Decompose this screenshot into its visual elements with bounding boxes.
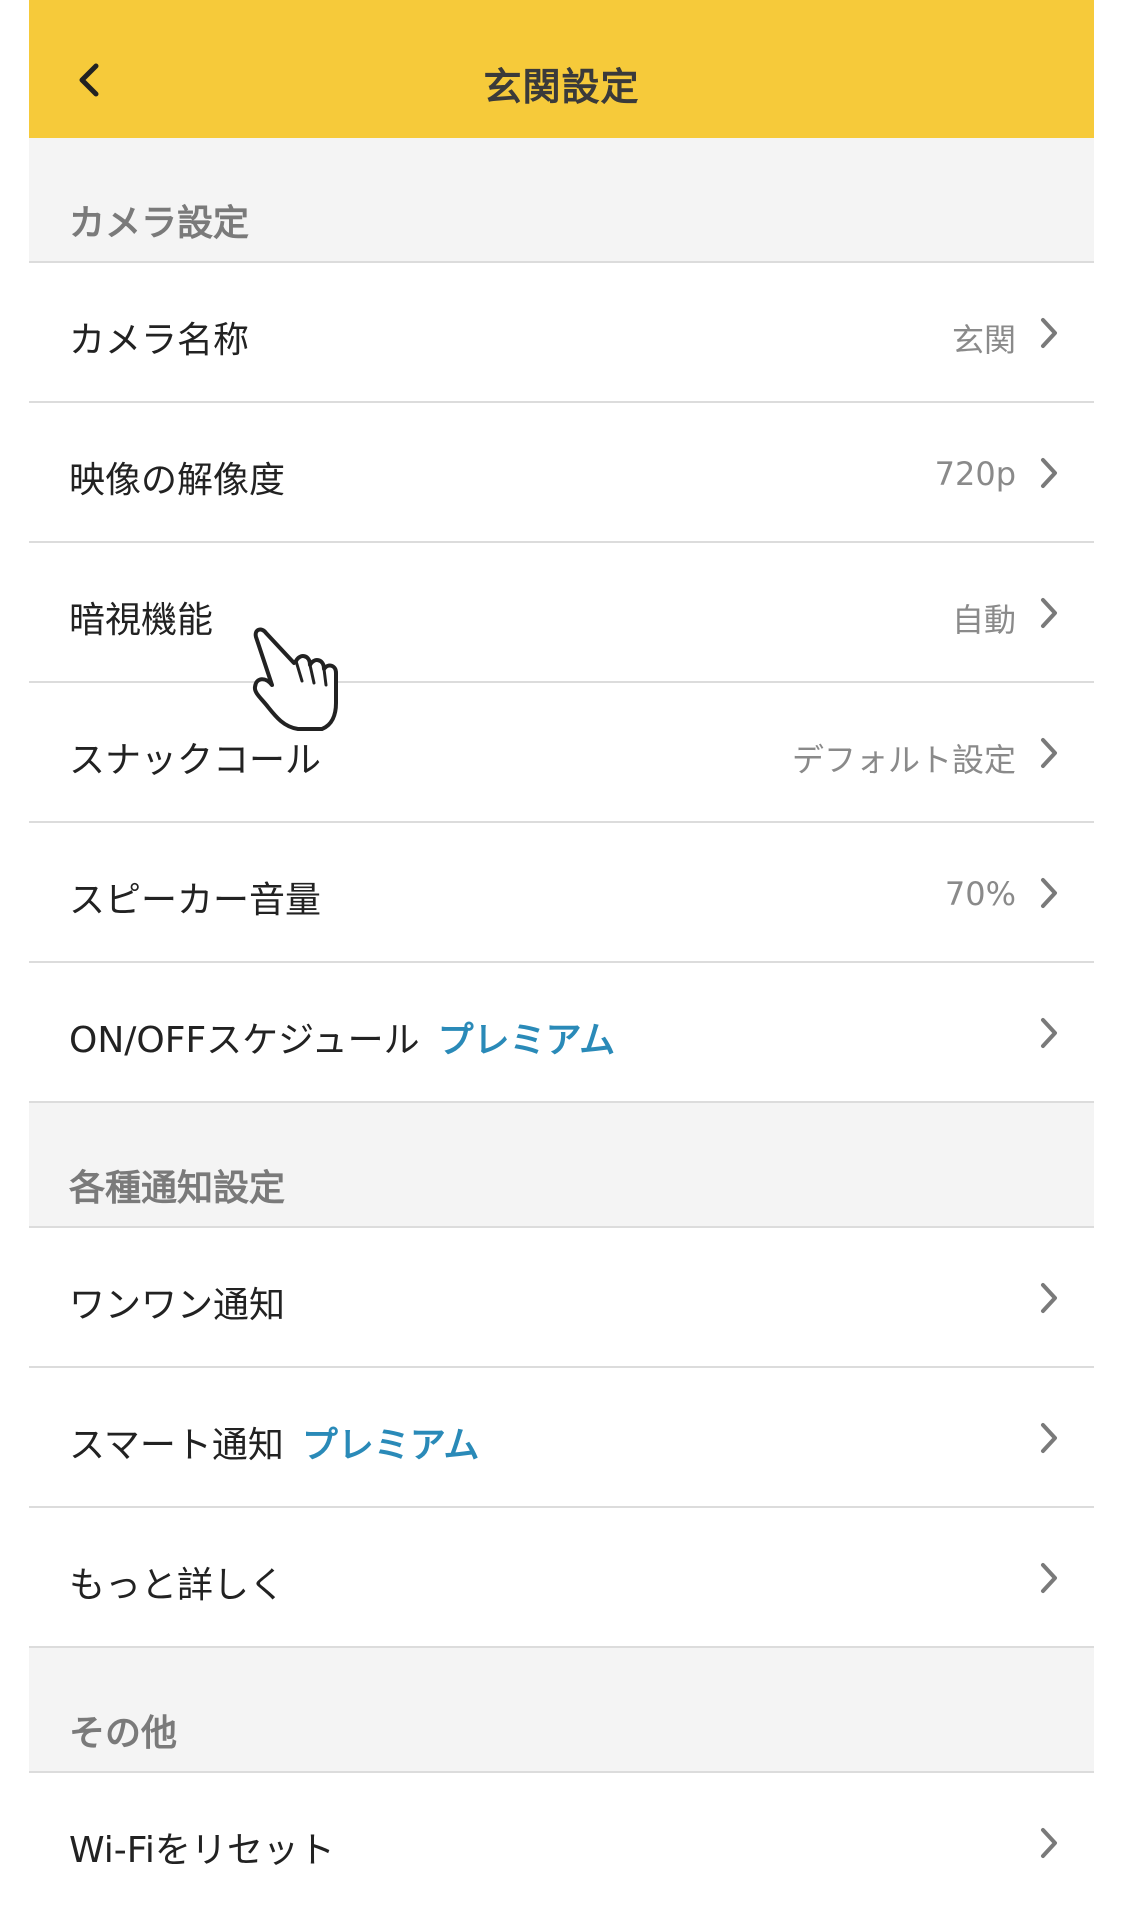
chevron-right-icon — [1029, 1823, 1069, 1863]
row-label-text: ON/OFFスケジュール — [69, 1020, 420, 1061]
row-label: 映像の解像度 — [69, 460, 286, 501]
hand-pointer-icon — [252, 627, 338, 731]
premium-badge: プレミアム — [437, 1020, 616, 1061]
chevron-right-icon — [1029, 593, 1069, 633]
settings-screen: 玄関設定 カメラ設定 カメラ名称 玄関 映像の解像度 720p 暗視機能 自動 … — [29, 0, 1094, 1920]
row-value: 玄関 — [951, 321, 1016, 359]
section-label: カメラ設定 — [69, 203, 250, 244]
section-label: その他 — [69, 1713, 178, 1754]
chevron-right-icon — [1029, 1013, 1069, 1053]
row-label: Wi-Fiをリセット — [69, 1830, 335, 1871]
section-header-notifications: 各種通知設定 — [29, 1103, 1094, 1228]
premium-badge: プレミアム — [301, 1425, 480, 1466]
row-snack-call[interactable]: スナックコール デフォルト設定 — [29, 683, 1094, 823]
row-value: 720p — [934, 455, 1016, 493]
row-value: デフォルト設定 — [791, 741, 1016, 779]
chevron-right-icon — [1029, 1558, 1069, 1598]
chevron-right-icon — [1029, 313, 1069, 353]
row-label: 暗視機能 — [69, 600, 214, 641]
row-smart-notification[interactable]: スマート通知 プレミアム — [29, 1368, 1094, 1508]
row-label: スピーカー音量 — [69, 880, 322, 921]
app-header: 玄関設定 — [29, 0, 1094, 138]
row-video-resolution[interactable]: 映像の解像度 720p — [29, 403, 1094, 543]
chevron-right-icon — [1029, 1278, 1069, 1318]
section-header-other: その他 — [29, 1648, 1094, 1773]
section-header-camera: カメラ設定 — [29, 138, 1094, 263]
row-onoff-schedule[interactable]: ON/OFFスケジュール プレミアム — [29, 963, 1094, 1103]
row-bark-notification[interactable]: ワンワン通知 — [29, 1228, 1094, 1368]
row-camera-name[interactable]: カメラ名称 玄関 — [29, 263, 1094, 403]
chevron-right-icon — [1029, 1418, 1069, 1458]
row-label: スナックコール — [69, 740, 322, 781]
row-label: スマート通知 プレミアム — [69, 1416, 479, 1468]
row-label: もっと詳しく — [69, 1565, 286, 1606]
page-title: 玄関設定 — [483, 65, 640, 109]
row-more-details[interactable]: もっと詳しく — [29, 1508, 1094, 1648]
chevron-right-icon — [1029, 453, 1069, 493]
row-label: ON/OFFスケジュール プレミアム — [69, 1011, 615, 1063]
section-label: 各種通知設定 — [69, 1168, 286, 1209]
row-value: 70% — [944, 875, 1016, 913]
chevron-right-icon — [1029, 873, 1069, 913]
row-wifi-reset[interactable]: Wi-Fiをリセット — [29, 1773, 1094, 1913]
row-label: カメラ名称 — [69, 320, 250, 361]
row-label: ワンワン通知 — [69, 1285, 286, 1326]
row-value: 自動 — [951, 601, 1016, 639]
row-speaker-volume[interactable]: スピーカー音量 70% — [29, 823, 1094, 963]
row-label-text: スマート通知 — [69, 1425, 284, 1466]
chevron-right-icon — [1029, 733, 1069, 773]
row-night-vision[interactable]: 暗視機能 自動 — [29, 543, 1094, 683]
